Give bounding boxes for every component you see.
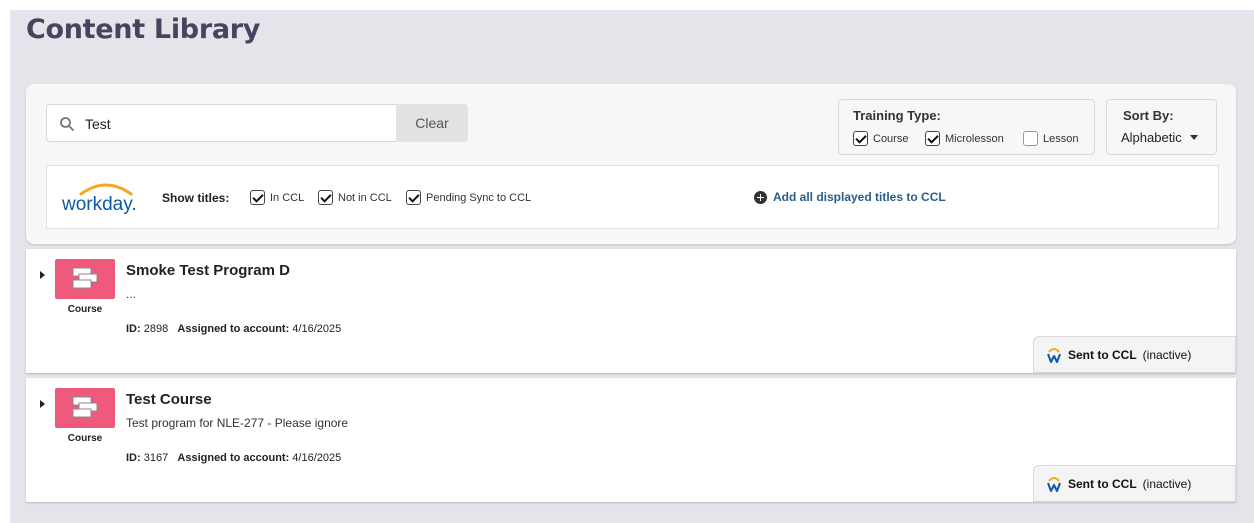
filter-panel: Test Clear Training Type: Course Microle… <box>26 84 1236 244</box>
workday-w-icon <box>1047 347 1061 363</box>
course-icon <box>72 396 98 418</box>
ccl-status-text: Sent to CCL <box>1068 347 1137 362</box>
card-title[interactable]: Test Course <box>126 391 212 408</box>
assigned-date: 4/16/2025 <box>292 452 342 464</box>
add-all-to-ccl-link[interactable]: Add all displayed titles to CCL <box>754 190 946 204</box>
sort-by-label: Sort By: <box>1123 108 1174 123</box>
ccl-status-badge: Sent to CCL (inactive) <box>1033 336 1236 373</box>
id-label: ID: <box>126 323 141 335</box>
checkbox-pending-sync[interactable] <box>406 190 421 205</box>
training-type-microlesson[interactable]: Microlesson <box>925 131 1004 146</box>
filter-not-in-ccl-label: Not in CCL <box>338 191 392 204</box>
ccl-status-note: (inactive) <box>1142 347 1192 362</box>
training-type-course[interactable]: Course <box>853 131 908 146</box>
assigned-label: Assigned to account: <box>177 323 290 335</box>
training-type-filter: Training Type: Course Microlesson Lesson <box>838 99 1095 155</box>
search-value[interactable]: Test <box>85 116 111 132</box>
training-type-label: Training Type: <box>853 108 941 123</box>
id-value: 2898 <box>143 323 169 335</box>
workday-logo: workday. <box>61 183 137 215</box>
checkbox-in-ccl[interactable] <box>250 190 265 205</box>
checkbox-lesson[interactable] <box>1023 131 1038 146</box>
course-thumbnail <box>55 259 115 299</box>
show-titles-label: Show titles: <box>162 191 230 205</box>
add-all-label: Add all displayed titles to CCL <box>773 190 946 204</box>
filter-in-ccl[interactable]: In CCL <box>250 190 304 205</box>
card-description: Test program for NLE-277 - Please ignore <box>126 416 349 430</box>
course-type-label: Course <box>67 433 103 444</box>
expand-caret-icon[interactable] <box>40 400 45 408</box>
page-title: Content Library <box>26 14 261 45</box>
sort-by-value: Alphabetic <box>1121 130 1182 145</box>
filter-pending-sync-label: Pending Sync to CCL <box>426 191 532 204</box>
sort-by-filter: Sort By: Alphabetic <box>1106 99 1217 155</box>
checkbox-course[interactable] <box>853 131 868 146</box>
id-label: ID: <box>126 452 141 464</box>
training-type-course-label: Course <box>873 132 909 145</box>
plus-circle-icon <box>754 190 767 204</box>
filter-pending-sync[interactable]: Pending Sync to CCL <box>406 190 531 205</box>
checkbox-microlesson[interactable] <box>925 131 940 146</box>
card-description: ... <box>126 287 137 301</box>
training-type-lesson[interactable]: Lesson <box>1023 131 1078 146</box>
search-input[interactable]: Test <box>46 104 396 142</box>
clear-button[interactable]: Clear <box>396 104 468 142</box>
chevron-down-icon <box>1189 135 1198 140</box>
training-type-lesson-label: Lesson <box>1043 132 1079 145</box>
course-type-label: Course <box>67 304 103 315</box>
expand-caret-icon[interactable] <box>40 271 45 279</box>
sort-by-select[interactable]: Alphabetic <box>1121 130 1198 145</box>
ccl-filter-bar: workday. Show titles: In CCL Not in CCL … <box>46 165 1219 229</box>
card-meta: ID: 2898 Assigned to account: 4/16/2025 <box>126 323 341 335</box>
checkbox-not-in-ccl[interactable] <box>318 190 333 205</box>
result-card: Course Smoke Test Program D ... ID: 2898… <box>26 249 1236 373</box>
assigned-label: Assigned to account: <box>177 452 290 464</box>
course-icon <box>72 267 98 289</box>
search-icon <box>60 117 74 131</box>
ccl-status-text: Sent to CCL <box>1068 476 1137 491</box>
workday-w-icon <box>1047 476 1061 492</box>
course-thumbnail <box>55 388 115 428</box>
result-card: Course Test Course Test program for NLE-… <box>26 378 1236 502</box>
ccl-status-note: (inactive) <box>1142 476 1192 491</box>
assigned-date: 4/16/2025 <box>292 323 342 335</box>
id-value: 3167 <box>143 452 169 464</box>
filter-in-ccl-label: In CCL <box>270 191 305 204</box>
training-type-microlesson-label: Microlesson <box>945 132 1004 145</box>
svg-text:workday.: workday. <box>61 194 137 215</box>
ccl-status-badge: Sent to CCL (inactive) <box>1033 465 1236 502</box>
card-meta: ID: 3167 Assigned to account: 4/16/2025 <box>126 452 341 464</box>
card-title[interactable]: Smoke Test Program D <box>126 262 290 279</box>
filter-not-in-ccl[interactable]: Not in CCL <box>318 190 392 205</box>
